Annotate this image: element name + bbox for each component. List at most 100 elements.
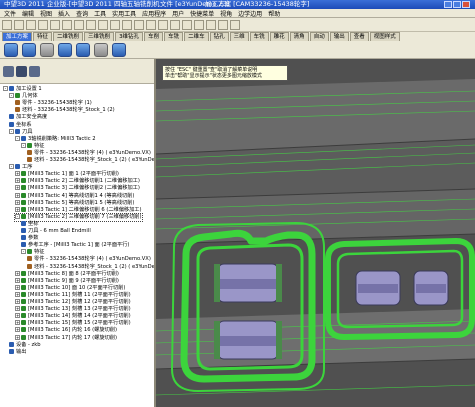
tab-10[interactable]: 车铣 xyxy=(249,32,269,41)
expand-icon[interactable]: + xyxy=(15,192,20,198)
tree-node[interactable]: + [MillI3 Tactic 10] 面 10 (2平面平行切削) xyxy=(15,284,125,292)
menu-item[interactable]: 查询 xyxy=(76,9,88,18)
tree-node[interactable]: 零件 - 33236-15438轮字 (4) ( e3YunDemo.VX) xyxy=(27,256,151,263)
select-icon[interactable] xyxy=(110,19,120,30)
simulate-icon[interactable] xyxy=(94,42,108,57)
tree-node[interactable]: 坯料 - 33236-15438轮字_Stock_1 (2) ( e3YunDe xyxy=(27,157,154,164)
expand-icon[interactable]: + xyxy=(15,313,20,319)
measure-icon[interactable] xyxy=(194,19,204,30)
save-icon[interactable] xyxy=(26,19,36,30)
rotate-icon[interactable] xyxy=(146,19,156,30)
cut-icon[interactable] xyxy=(50,19,60,30)
menu-item[interactable]: 文件 xyxy=(4,9,16,18)
new-icon[interactable] xyxy=(2,19,12,30)
menu-item[interactable]: 边学边用 xyxy=(238,9,262,18)
tab-16[interactable]: 视图样式 xyxy=(369,32,400,41)
help-icon[interactable] xyxy=(230,19,240,30)
close-icon[interactable] xyxy=(462,1,470,8)
tree-node[interactable]: + [MillI3 Tactic 4] 等高线切削1 4 (等高线切削) xyxy=(15,192,134,200)
tree-node[interactable]: + [MillI3 Tactic 9] 面 9 (2平面平行切削) xyxy=(15,277,119,285)
expand-icon[interactable]: + xyxy=(15,306,20,312)
graphics-viewport[interactable]: 按住 "ESC" 键重置"查"取消了解菜单说明 单击"帮助"显示提示"状态更多图… xyxy=(156,59,475,407)
menu-item[interactable]: 工具 xyxy=(94,9,106,18)
shade-icon[interactable] xyxy=(170,19,180,30)
pan-icon[interactable] xyxy=(134,19,144,30)
tab-8[interactable]: 钻孔 xyxy=(209,32,229,41)
history-icon[interactable] xyxy=(3,65,14,77)
tab-1[interactable]: 特征 xyxy=(33,32,53,41)
menu-item[interactable]: 帮助 xyxy=(268,9,280,18)
fit-icon[interactable] xyxy=(158,19,168,30)
expand-icon[interactable]: + xyxy=(15,320,20,326)
tree-node[interactable]: + [MillI3 Tactic 1] 二维偏移切削 6 (二维偏移加工) xyxy=(15,206,142,214)
expand-icon[interactable]: + xyxy=(15,277,20,283)
stock-icon[interactable] xyxy=(40,42,54,57)
cam-manager-icon[interactable] xyxy=(16,65,27,77)
tab-4[interactable]: 3维钻孔 xyxy=(115,32,144,41)
expand-icon[interactable]: + xyxy=(15,206,20,212)
tree-node[interactable]: 设备 - zkb xyxy=(9,341,41,349)
maximize-icon[interactable] xyxy=(453,1,461,8)
paste-icon[interactable] xyxy=(74,19,84,30)
expand-icon[interactable]: + xyxy=(15,171,20,177)
tab-2[interactable]: 二维铣削 xyxy=(53,32,84,41)
collapse-icon[interactable]: - xyxy=(21,249,26,255)
expand-icon[interactable]: + xyxy=(15,299,20,304)
expand-icon[interactable]: + xyxy=(15,327,20,333)
tree-node[interactable]: - [MillI3 Tactic 2] 三维偏移切削 7 (三维偏移切削) xyxy=(14,212,143,222)
tree-node[interactable]: + [MillI3 Tactic 11] 刻槽 11 (2平面平行切削) xyxy=(15,291,131,299)
tree-node[interactable]: + [MillI3 Tactic 8] 面 8 (2平面平行切削) xyxy=(15,270,119,278)
open-icon[interactable] xyxy=(14,19,24,30)
tree-node[interactable]: + [MillI3 Tactic 5] 等高线切削1 5 (等高线切削) xyxy=(15,199,134,207)
tree-node[interactable]: - 3轴铣削策略: MillI3 Tactic 2 xyxy=(15,135,96,143)
color-icon[interactable] xyxy=(218,19,228,30)
collapse-icon[interactable]: - xyxy=(15,135,20,141)
tree-node[interactable]: - 加工设置 1 xyxy=(3,86,42,93)
redo-icon[interactable] xyxy=(98,19,108,30)
menu-item[interactable]: 插入 xyxy=(58,9,70,18)
tree-node[interactable]: 刀具 - 6 mm Ball Endmill xyxy=(21,228,91,235)
collapse-icon[interactable]: - xyxy=(21,142,26,148)
tree-node[interactable]: 坐标 xyxy=(21,220,38,228)
zoom-icon[interactable] xyxy=(122,19,132,30)
collapse-icon[interactable]: - xyxy=(3,86,8,91)
tab-13[interactable]: 自动 xyxy=(309,32,329,41)
menu-item[interactable]: 视角 xyxy=(220,9,232,18)
wire-icon[interactable] xyxy=(182,19,192,30)
tab-3[interactable]: 三维铣削 xyxy=(84,32,115,41)
tree-node[interactable]: - 特征 xyxy=(21,142,44,150)
plan-icon[interactable] xyxy=(4,42,18,57)
tab-12[interactable]: 清角 xyxy=(289,32,309,41)
expand-icon[interactable]: + xyxy=(15,334,20,340)
menu-item[interactable]: 编辑 xyxy=(22,9,34,18)
tree-node[interactable]: 零件 - 33236-15438轮字 (4) ( e3YunDemo.VX) xyxy=(27,149,151,157)
tab-6[interactable]: 车铣 xyxy=(164,32,184,41)
collapse-icon[interactable]: - xyxy=(15,213,20,219)
expand-icon[interactable]: + xyxy=(15,270,20,276)
expand-icon[interactable]: + xyxy=(15,199,20,205)
expand-icon[interactable]: + xyxy=(15,178,20,184)
undo-icon[interactable] xyxy=(86,19,96,30)
collapse-icon[interactable]: - xyxy=(9,93,14,99)
tree-node[interactable]: + [MillI3 Tactic 12] 刻槽 12 (2平面平行切削) xyxy=(15,299,131,306)
copy-icon[interactable] xyxy=(62,19,72,30)
tree-node[interactable]: + [MillI3 Tactic 16] 内轮 16 (螺旋切削) xyxy=(15,327,117,334)
part-icon[interactable] xyxy=(22,42,36,57)
tree-node[interactable]: 坐标系 xyxy=(9,121,32,129)
collapse-icon[interactable]: - xyxy=(9,164,14,170)
expand-icon[interactable]: + xyxy=(15,284,20,290)
expand-icon[interactable]: + xyxy=(15,291,20,297)
tab-15[interactable]: 查看 xyxy=(349,32,369,41)
menu-item[interactable]: 实用工具 xyxy=(112,9,136,18)
menu-item[interactable]: 视图 xyxy=(40,9,52,18)
output-icon[interactable] xyxy=(112,42,126,57)
tab-5[interactable]: 车削 xyxy=(144,32,164,41)
tree-node[interactable]: 加工安全高度 xyxy=(9,114,47,121)
tree-node[interactable]: + [MillI3 Tactic 17] 内轮 17 (螺旋切削) xyxy=(15,334,117,342)
tab-11[interactable]: 雕花 xyxy=(269,32,289,41)
tab-7[interactable]: 二维车 xyxy=(184,32,209,41)
tree-node[interactable]: 坯料 - 33236-15438轮字_Stock_1 (2) ( e3YunDe xyxy=(27,263,154,271)
operation-icon[interactable] xyxy=(76,42,90,57)
collapse-icon[interactable]: - xyxy=(9,128,14,134)
tab-9[interactable]: 三维 xyxy=(229,32,249,41)
